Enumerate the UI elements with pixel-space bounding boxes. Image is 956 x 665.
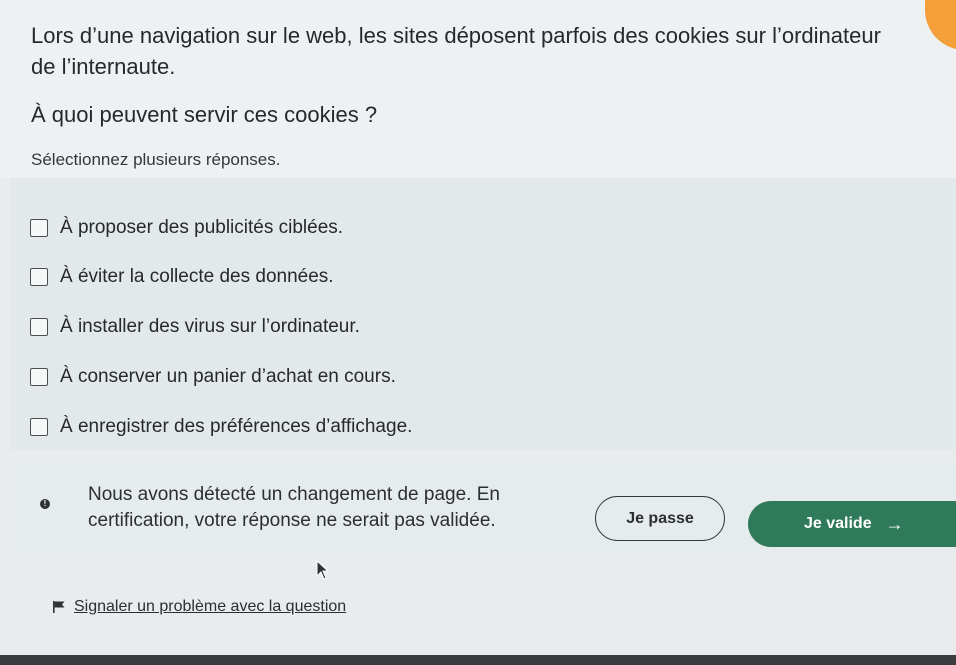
option-label: À proposer des publicités ciblées. — [60, 217, 344, 238]
question-prompt: À quoi peuvent servir ces cookies ? — [31, 102, 378, 127]
checkbox[interactable] — [30, 318, 48, 336]
question-text: Lors d’une navigation sur le web, les si… — [31, 23, 881, 79]
report-problem-link[interactable]: Signaler un problème avec la question — [52, 598, 346, 616]
option-label: À conserver un panier d’achat en cours. — [60, 366, 396, 387]
report-label: Signaler un problème avec la question — [74, 598, 347, 615]
option-display-preferences[interactable]: À enregistrer des préférences d’affichag… — [30, 412, 412, 442]
flag-icon — [53, 601, 65, 613]
validate-button[interactable]: Je valide → — [748, 501, 956, 547]
option-targeted-ads[interactable]: À proposer des publicités ciblées. — [30, 213, 343, 243]
checkbox[interactable] — [30, 418, 48, 436]
option-avoid-data-collection[interactable]: À éviter la collecte des données. — [30, 262, 334, 292]
instruction-text: Sélectionnez plusieurs réponses. — [31, 150, 281, 169]
checkbox[interactable] — [30, 219, 48, 237]
notice-text: Nous avons détecté un changement de page… — [88, 484, 500, 531]
mouse-cursor-icon — [316, 560, 330, 580]
option-label: À éviter la collecte des données. — [60, 266, 334, 287]
option-label: À enregistrer des préférences d’affichag… — [60, 416, 413, 437]
option-install-viruses[interactable]: À installer des virus sur l’ordinateur. — [30, 312, 360, 342]
checkbox[interactable] — [30, 368, 48, 386]
info-icon: ! — [40, 499, 50, 509]
checkbox[interactable] — [30, 268, 48, 286]
bottom-bar — [0, 655, 956, 665]
validate-label: Je valide — [804, 515, 872, 532]
option-keep-cart[interactable]: À conserver un panier d’achat en cours. — [30, 362, 396, 392]
arrow-right-icon: → — [885, 513, 904, 534]
option-label: À installer des virus sur l’ordinateur. — [60, 316, 360, 337]
skip-button[interactable]: Je passe — [595, 496, 725, 541]
